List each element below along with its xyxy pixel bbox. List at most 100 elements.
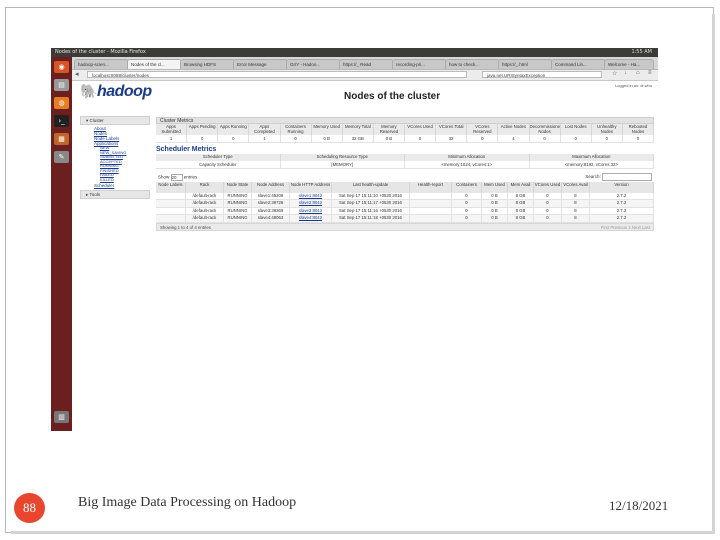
trash-icon[interactable]: ▥: [54, 411, 69, 423]
nodes-column-header[interactable]: Health-report: [410, 181, 452, 193]
ubuntu-icon[interactable]: ◉: [54, 61, 69, 73]
nodes-column-header[interactable]: Node Address: [252, 181, 290, 193]
table-cell: 8: [562, 215, 590, 223]
nodes-column-header[interactable]: Containers: [452, 181, 482, 193]
table-cell: RUNNING: [224, 215, 252, 223]
tab-html[interactable]: https://_.html: [498, 59, 553, 69]
sidebar-item-scheduler[interactable]: Scheduler: [80, 183, 150, 188]
table-cell: Sat Sep 17 15:11:17 +0530 2016: [332, 200, 410, 208]
system-clock: 1:55 AM: [631, 49, 652, 55]
tab-welcome-hadoop[interactable]: Welcome - Ha...: [604, 59, 654, 69]
unity-launcher: ◉ ▤ ◍ ›_ ▦ ✎ ▥: [51, 57, 72, 431]
nodes-column-header[interactable]: VCores Used: [534, 181, 562, 193]
tab-hadoop-scien[interactable]: hadoop-scien...: [74, 59, 129, 69]
tab-recording[interactable]: recording-pri...: [392, 59, 447, 69]
tab-bar: hadoop-scien... Nodes of the cl... Brows…: [72, 57, 658, 70]
table-cell: 2.7.2: [590, 192, 654, 200]
metric-header: Rebooted Nodes: [622, 124, 654, 135]
cluster-metrics-title: Cluster Metrics: [156, 117, 654, 124]
metric-header: Memory Total: [342, 124, 374, 135]
metric-value: 1: [249, 135, 281, 143]
sidebar-group-cluster[interactable]: ▾ Cluster: [80, 116, 150, 125]
table-cell: 0: [452, 207, 482, 215]
terminal-icon[interactable]: ›_: [54, 115, 69, 127]
table-cell: 2.7.2: [590, 200, 654, 208]
window-title: Nodes of the cluster - Mozilla Firefox: [55, 49, 146, 55]
files-icon[interactable]: ▤: [54, 79, 69, 91]
sidebar-nav: ▾ Cluster About Nodes Node Labels Applic…: [80, 116, 150, 200]
table-cell: RUNNING: [224, 192, 252, 200]
table-search: Search:: [585, 172, 652, 181]
tab-browsing-hdfs[interactable]: Browsing HDFS: [180, 59, 235, 69]
node-http-address-link[interactable]: slave1:8042: [290, 192, 332, 200]
search-bar[interactable]: java.net.URISyntaxException: [482, 71, 602, 78]
page-title: Nodes of the cluster: [344, 91, 441, 102]
metric-header: Apps Running: [218, 124, 250, 135]
nodes-column-header[interactable]: Rack: [186, 181, 224, 193]
footer-title: Big Image Data Processing on Hadoop: [78, 495, 297, 510]
metric-value: 0: [187, 135, 219, 143]
menu-icon[interactable]: ≡: [648, 70, 652, 76]
table-cell: 0 B: [482, 192, 508, 200]
tab-error-message[interactable]: Error Message: [233, 59, 288, 69]
metric-value: 0: [405, 135, 437, 143]
table-cell: [156, 215, 186, 223]
footer-date: 12/18/2021: [609, 498, 669, 513]
download-icon[interactable]: ↓: [624, 70, 627, 76]
metric-header: VCores Used: [405, 124, 437, 135]
metric-value: 32 GB: [342, 135, 374, 143]
node-http-address-link[interactable]: slave4:8042: [290, 215, 332, 223]
nodes-column-header[interactable]: Version: [590, 181, 654, 193]
metric-value: 32: [436, 135, 468, 143]
table-cell: slave2:39726: [252, 200, 290, 208]
settings-icon[interactable]: ✎: [54, 151, 69, 163]
software-icon[interactable]: ▦: [54, 133, 69, 145]
node-http-address-link[interactable]: slave3:8042: [290, 207, 332, 215]
nodes-column-header[interactable]: Node HTTP Address: [290, 181, 332, 193]
metric-value: 0: [529, 135, 561, 143]
table-cell: [410, 215, 452, 223]
nodes-column-header[interactable]: Last health-update: [332, 181, 410, 193]
table-cell: 0: [534, 207, 562, 215]
pager[interactable]: First Previous 1 Next Last: [601, 225, 650, 230]
table-cell: /default-rack: [186, 192, 224, 200]
tab-gry-hadoop[interactable]: Gr/Y - Hadoo...: [286, 59, 341, 69]
sidebar-group-tools[interactable]: ▸ Tools: [80, 190, 150, 199]
tab-read[interactable]: https://_ Read: [339, 59, 394, 69]
table-cell: 0: [534, 200, 562, 208]
nodes-column-header[interactable]: Node Labels: [156, 181, 186, 193]
scheduler-metrics-table: Scheduler Type Scheduling Resource Type Mi…: [156, 154, 654, 169]
metric-header: Apps Pending: [187, 124, 219, 135]
table-cell: 0 B: [482, 215, 508, 223]
tab-command-line[interactable]: Command Lin...: [551, 59, 606, 69]
table-cell: Sat Sep 17 15:11:10 +0530 2016: [332, 192, 410, 200]
os-title-bar: Nodes of the cluster - Mozilla Firefox 1…: [51, 48, 658, 57]
nodes-column-header[interactable]: Node State: [224, 181, 252, 193]
nodes-column-header[interactable]: Mem Avail: [508, 181, 534, 193]
metric-header: VCores Total: [436, 124, 468, 135]
metric-header: Containers Running: [280, 124, 312, 135]
back-icon[interactable]: ◂: [75, 70, 79, 78]
screenshot: Nodes of the cluster - Mozilla Firefox 1…: [51, 48, 658, 431]
table-cell: 0 B: [482, 207, 508, 215]
table-cell: 0: [534, 215, 562, 223]
metric-value: 0: [280, 135, 312, 143]
table-cell: [410, 207, 452, 215]
url-bar[interactable]: localhost:8088/cluster/nodes: [87, 71, 467, 78]
nodes-column-header[interactable]: Mem Used: [482, 181, 508, 193]
tab-how-to-check[interactable]: how to check...: [445, 59, 500, 69]
nodes-column-header[interactable]: VCores Avail: [562, 181, 590, 193]
sidebar-item-killed[interactable]: KILLED: [80, 177, 150, 183]
firefox-icon[interactable]: ◍: [54, 97, 69, 109]
hadoop-page: 🐘hadoop Logged in as: dr.who Nodes of th…: [72, 81, 658, 431]
home-icon[interactable]: ⌂: [636, 70, 640, 76]
scheduler-metrics-title: Scheduler Metrics: [156, 146, 217, 153]
table-search-input[interactable]: [602, 172, 652, 181]
bookmark-star-icon[interactable]: ☆: [612, 70, 617, 77]
tab-nodes-of-the-cluster[interactable]: Nodes of the cl...: [127, 59, 182, 69]
table-cell: 0: [452, 215, 482, 223]
entries-select[interactable]: 20: [170, 173, 183, 181]
show-entries: Show 20 entries: [158, 173, 198, 181]
table-cell: slave1:45209: [252, 192, 290, 200]
node-http-address-link[interactable]: slave2:8042: [290, 200, 332, 208]
